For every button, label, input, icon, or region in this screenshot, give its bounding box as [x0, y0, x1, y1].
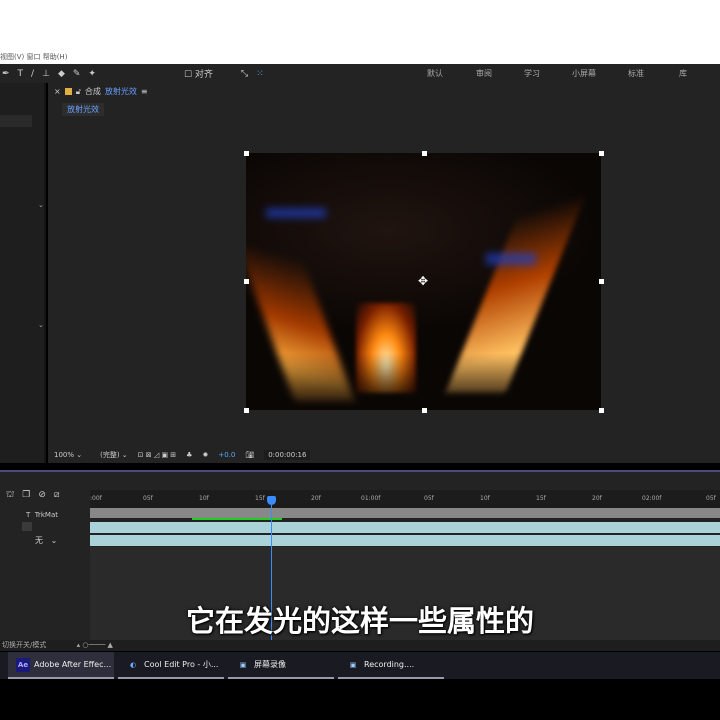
comp-color-icon — [64, 88, 72, 95]
zoom-value: 100% — [54, 451, 75, 459]
taskbar-label: Cool Edit Pro - 小... — [144, 660, 219, 669]
menu-icon[interactable]: ≡ — [141, 87, 148, 96]
top-bar — [0, 0, 720, 64]
handle[interactable] — [244, 408, 249, 413]
region-icon[interactable]: ⊡ ⊠ ◿ ▣ ⊞ — [138, 451, 177, 459]
taskbar-label: 屏幕录像 — [254, 660, 286, 669]
t-column-label: T — [26, 511, 31, 519]
workspace-review[interactable]: 审阅 — [476, 68, 492, 79]
layer-bar[interactable] — [90, 535, 720, 546]
motion-blur-icon[interactable]: ⊘ — [38, 490, 46, 501]
chevron-down-icon[interactable]: ⌄ — [38, 321, 44, 329]
taskbar: Ae Adobe After Effec... ◐ Cool Edit Pro - … — [0, 652, 720, 679]
tick-label: 05f — [143, 495, 153, 502]
subtitle: 它在发光的这样一些属性的 — [185, 604, 534, 638]
viewer-bar: 100% ⌄ (完整) ⌄ ⊡ ⊠ ◿ ▣ ⊞ ♣ ✹ +0.0 📷︎ 0:00… — [48, 447, 720, 463]
workspace-library[interactable]: 库 — [679, 68, 687, 79]
shy-icon[interactable]: ⛫ — [6, 490, 14, 501]
composition-viewer[interactable]: ✥ — [246, 153, 601, 410]
project-panel: ⌄ ⌄ — [0, 83, 46, 463]
lock-icon[interactable]: 🔓︎ — [76, 87, 81, 97]
comp-breadcrumb[interactable]: 放射光效 — [62, 103, 104, 116]
workspace-learn[interactable]: 学习 — [524, 68, 540, 79]
taskbar-item-after-effects[interactable]: Ae Adobe After Effec... — [8, 652, 114, 679]
toggle-switches-modes[interactable]: 切换开关/模式 — [2, 641, 46, 649]
tick-label: :00f — [90, 495, 102, 502]
align-checkbox[interactable]: ☐ 对齐 — [184, 67, 213, 80]
text-tool-icon[interactable]: T — [18, 69, 24, 79]
exposure-value[interactable]: +0.0 — [218, 451, 235, 459]
snap-grid-icon[interactable]: ⁙ — [256, 69, 264, 79]
trkmat-column-label: TrkMat — [34, 511, 58, 519]
taskbar-item-recording[interactable]: ▣ Recording.... — [338, 652, 444, 679]
playhead-handle[interactable] — [267, 496, 276, 505]
close-icon[interactable]: × — [54, 87, 61, 96]
work-area-bar[interactable] — [90, 508, 720, 518]
zoom-select[interactable]: 100% ⌄ — [54, 451, 82, 459]
tick-label: 01:00f — [361, 495, 381, 502]
tick-label: 10f — [480, 495, 490, 502]
pen-tool-icon[interactable]: ✒ — [2, 69, 10, 79]
workspace-small-screen[interactable]: 小屏幕 — [572, 68, 596, 79]
workspace-standard[interactable]: 标准 — [628, 68, 644, 79]
taskbar-item-cool-edit[interactable]: ◐ Cool Edit Pro - 小... — [118, 652, 224, 679]
trkmat-value: 无 — [35, 536, 43, 545]
handle[interactable] — [599, 408, 604, 413]
composition-tab[interactable]: × 🔓︎ 合成 放射光效 ≡ — [54, 86, 148, 97]
zoom-slider[interactable]: ▴ ○──── ▲ — [77, 641, 113, 649]
taskbar-label: Recording.... — [364, 660, 415, 669]
layer-bar[interactable] — [90, 522, 720, 533]
handle[interactable] — [422, 151, 427, 156]
tick-label: 20f — [311, 495, 321, 502]
recorder-icon: ▣ — [349, 660, 357, 669]
align-label: 对齐 — [194, 70, 213, 80]
workspace-default[interactable]: 默认 — [427, 68, 443, 79]
tick-label: 05f — [706, 495, 716, 502]
resolution-select[interactable]: (完整) ⌄ — [100, 450, 128, 460]
status-bar: 切换开关/模式 ▴ ○──── ▲ — [0, 640, 720, 651]
comp-name: 放射光效 — [104, 87, 137, 96]
comp-prefix: 合成 — [84, 87, 101, 96]
handle[interactable] — [244, 279, 249, 284]
taskbar-item-screen-recorder[interactable]: ▣ 屏幕录像 — [228, 652, 334, 679]
cool-edit-icon: ◐ — [129, 660, 137, 669]
frame-blend-icon[interactable]: ❐ — [22, 490, 30, 501]
taskbar-label: Adobe After Effec... — [34, 660, 112, 669]
snap-icon[interactable]: ⤡ — [241, 69, 248, 79]
handle[interactable] — [599, 151, 604, 156]
chevron-down-icon[interactable]: ⌄ — [38, 201, 44, 209]
time-ruler[interactable] — [90, 490, 720, 508]
resolution-value: (完整) — [100, 451, 120, 459]
tick-label: 15f — [255, 495, 265, 502]
anchor-point-icon[interactable]: ✥ — [418, 274, 428, 288]
after-effects-icon: Ae — [16, 657, 30, 672]
trkmat-select[interactable]: 无 ⌄ — [35, 535, 57, 546]
timeline-switches: ⛫ ❐ ⊘ ⧄ — [6, 490, 60, 501]
tick-label: 02:00f — [642, 495, 662, 502]
tick-label: 20f — [592, 495, 602, 502]
tick-label: 05f — [424, 495, 434, 502]
snapshot-icon[interactable]: 📷︎ — [245, 451, 254, 459]
roto-tool-icon[interactable]: ✎ — [73, 69, 81, 79]
pin-tool-icon[interactable]: ✦ — [88, 69, 96, 79]
eraser-tool-icon[interactable]: ◆ — [58, 69, 65, 79]
stamp-tool-icon[interactable]: ⊥ — [42, 69, 50, 79]
tick-label: 10f — [199, 495, 209, 502]
trkmat-box[interactable] — [22, 522, 32, 531]
color-channels-icon[interactable]: ♣ — [186, 451, 192, 459]
handle[interactable] — [244, 151, 249, 156]
toolbar: ✒ T / ⊥ ◆ ✎ ✦ ☐ 对齐 ⤡ ⁙ — [0, 64, 720, 83]
menu-bar[interactable]: 视图(V) 窗口 帮助(H) — [0, 52, 67, 62]
handle[interactable] — [599, 279, 604, 284]
timecode[interactable]: 0:00:00:16 — [264, 450, 311, 460]
tick-label: 15f — [536, 495, 546, 502]
graph-editor-icon[interactable]: ⧄ — [54, 490, 60, 501]
render-cache-bar — [192, 518, 282, 520]
handle[interactable] — [422, 408, 427, 413]
exposure-icon[interactable]: ✹ — [202, 451, 208, 459]
brush-tool-icon[interactable]: / — [31, 69, 34, 79]
recorder-icon: ▣ — [239, 660, 247, 669]
